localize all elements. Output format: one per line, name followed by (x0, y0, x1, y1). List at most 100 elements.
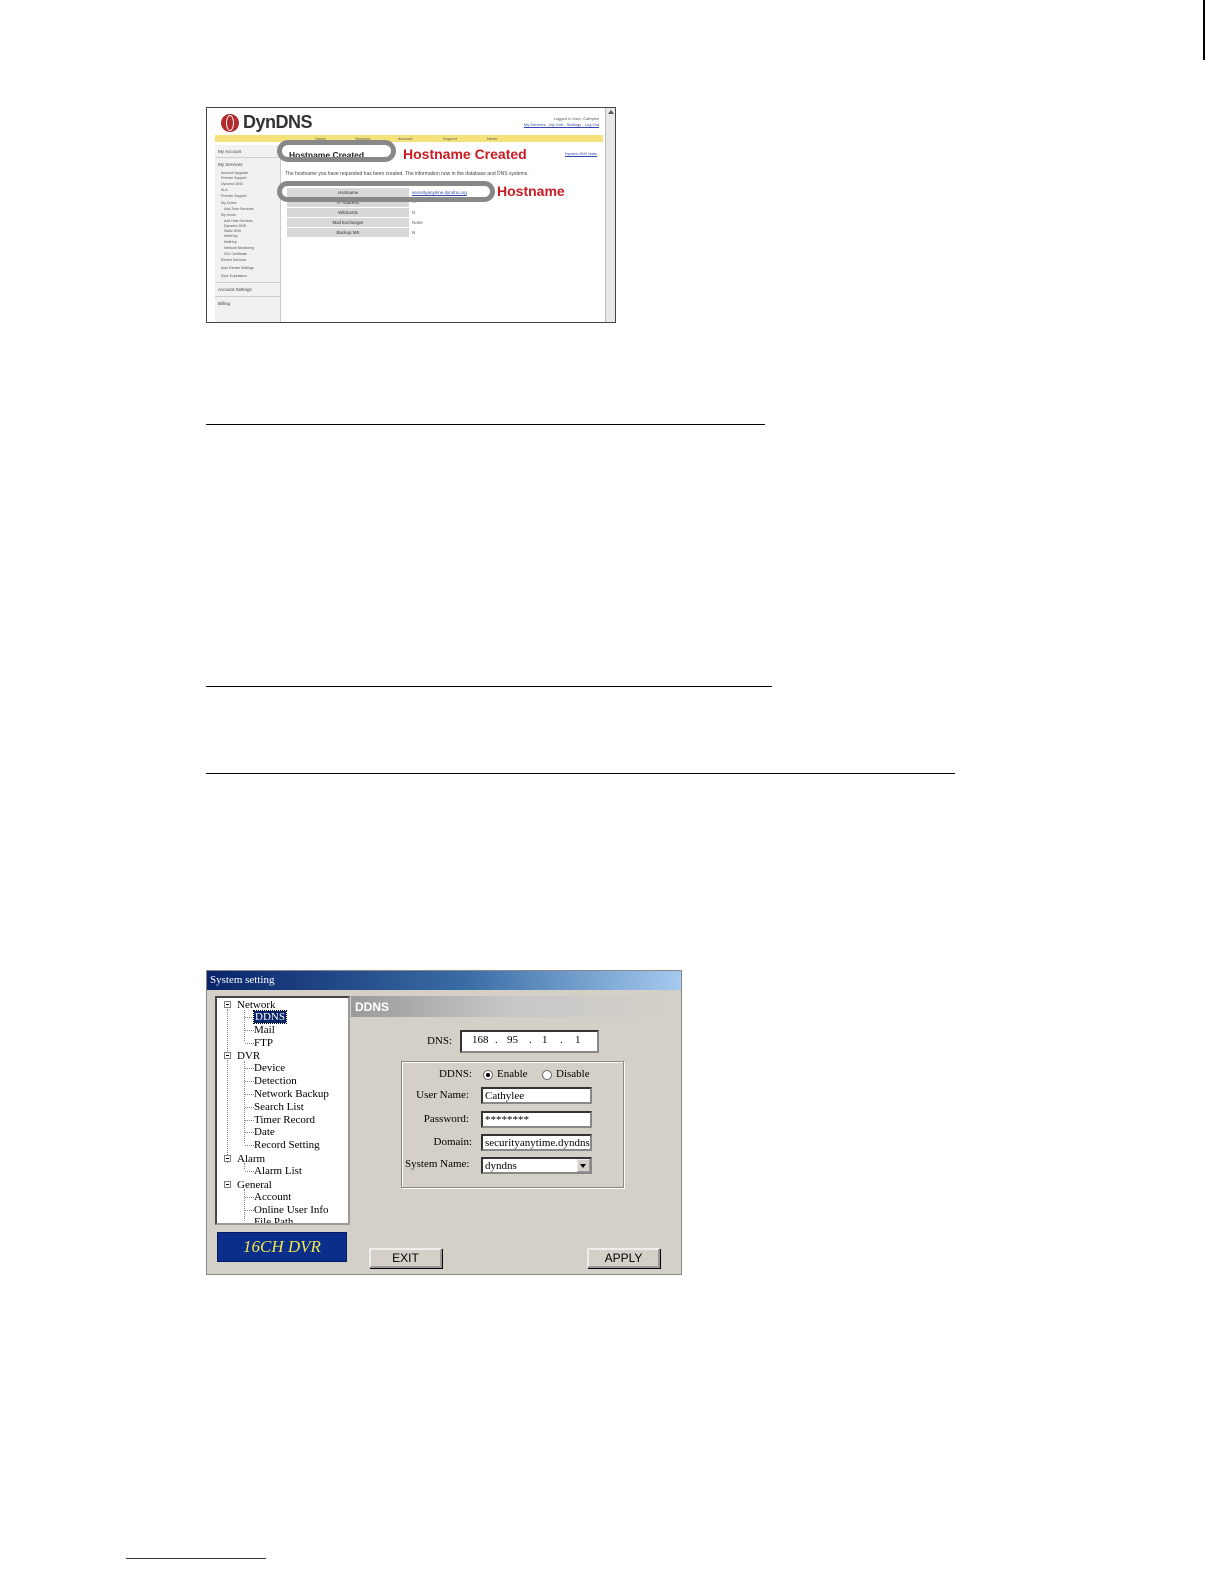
system-setting-window: System setting Network DDNS Mail FTP DVR… (206, 970, 682, 1275)
domain-value: securityanytime.dyndns.org (485, 1137, 590, 1149)
row-value: N (412, 210, 416, 215)
sidebar-billing[interactable]: Billing (218, 301, 230, 306)
disable-radio[interactable] (542, 1070, 552, 1080)
panel-header: DDNS (351, 996, 677, 1017)
settings-tree[interactable]: Network DDNS Mail FTP DVR Device Detecti… (215, 996, 350, 1225)
sidebar-item[interactable]: My Zones (221, 201, 236, 205)
collapse-icon[interactable] (224, 1181, 231, 1188)
vertical-scrollbar[interactable] (605, 108, 615, 322)
sidebar-item[interactable]: Add Host Services (224, 219, 253, 223)
sidebar-my-account[interactable]: My Account (218, 149, 241, 154)
row-label: Backup MX (287, 227, 409, 238)
dyndns-sidebar: My Account My Services Account Upgrade P… (215, 145, 281, 322)
tree-item-mail[interactable]: Mail (254, 1024, 275, 1036)
sidebar-item[interactable]: Dynamic DNS (221, 182, 243, 186)
tree-item-detection[interactable]: Detection (254, 1075, 297, 1087)
user-links[interactable]: My Services - My Cart - Settings - Log O… (524, 122, 599, 128)
sidebar-item[interactable]: Sync Expirations (221, 274, 247, 278)
username-value: Cathylee (485, 1090, 525, 1102)
tree-node-network[interactable]: Network (237, 999, 276, 1011)
dns-label: DNS: (426, 1035, 452, 1047)
system-name-select[interactable]: dyndns (481, 1157, 592, 1174)
panel-title: DDNS (355, 1000, 390, 1014)
tree-node-dvr[interactable]: DVR (237, 1050, 260, 1062)
heading-highlight-oval (277, 140, 396, 162)
tree-item-ddns[interactable]: DDNS (253, 1010, 287, 1024)
sidebar-item[interactable]: Premier Support (221, 176, 246, 180)
domain-label: Domain: (433, 1136, 473, 1148)
dns-octet[interactable]: 168 (472, 1034, 489, 1046)
tree-item-record-setting[interactable]: Record Setting (254, 1139, 320, 1151)
sidebar-item[interactable]: Dynamic DNS (224, 224, 246, 228)
divider (206, 773, 955, 774)
sidebar-item[interactable]: Premier Support (221, 194, 246, 198)
nav-account[interactable]: Account (398, 136, 412, 141)
created-description: The hostname you have requested has been… (285, 171, 529, 177)
hosts-link[interactable]: Dynamic DNS Hosts (565, 152, 597, 156)
dns-octet[interactable]: 1 (575, 1034, 581, 1046)
user-info: Logged In User: Cathylee My Services - M… (524, 116, 599, 128)
collapse-icon[interactable] (224, 1052, 231, 1059)
row-value: N (412, 230, 416, 235)
dns-octet[interactable]: 1 (542, 1034, 548, 1046)
hostname-annotation: Hostname (497, 183, 565, 199)
tree-node-alarm[interactable]: Alarm (237, 1153, 265, 1165)
dyndns-globe-icon (221, 114, 239, 132)
sidebar-item[interactable]: SLA (221, 188, 228, 192)
tree-item-date[interactable]: Date (254, 1126, 275, 1138)
sidebar-item[interactable]: Network Monitoring (224, 246, 254, 250)
divider (206, 424, 765, 425)
sidebar-item[interactable]: Static DNS (224, 229, 241, 233)
table-row: Backup MX N (287, 227, 502, 238)
sidebar-account-settings[interactable]: Account Settings (218, 287, 252, 292)
tree-item-ftp[interactable]: FTP (254, 1037, 273, 1049)
sidebar-item[interactable]: Account Upgrade (221, 171, 248, 175)
nav-news[interactable]: News (487, 136, 497, 141)
exit-button[interactable]: EXIT (369, 1248, 442, 1268)
apply-button[interactable]: APPLY (587, 1248, 660, 1268)
scroll-up-icon[interactable] (608, 110, 614, 114)
footnote-rule (126, 1558, 266, 1559)
ddns-label: DDNS: (438, 1068, 472, 1080)
sidebar-item[interactable]: SSL Certificate (224, 252, 247, 256)
enable-radio[interactable] (483, 1070, 493, 1080)
tree-item-network-backup[interactable]: Network Backup (254, 1088, 329, 1100)
tree-item-file-path[interactable]: File Path (254, 1216, 293, 1223)
title-bar[interactable]: System setting (207, 971, 681, 990)
table-row: Mail Exchanger None (287, 217, 502, 228)
sidebar-my-services[interactable]: My Services (218, 162, 243, 167)
username-input[interactable]: Cathylee (481, 1087, 592, 1104)
domain-input[interactable]: securityanytime.dyndns.org (481, 1134, 592, 1151)
username-label: User Name: (416, 1089, 469, 1101)
heading-annotation: Hostname Created (403, 146, 527, 162)
window-title: System setting (210, 974, 275, 986)
tree-item-alarm-list[interactable]: Alarm List (254, 1165, 302, 1177)
tree-item-device[interactable]: Device (254, 1062, 285, 1074)
dyndns-logo: DynDNS (243, 112, 313, 132)
enable-label: Enable (497, 1068, 528, 1080)
collapse-icon[interactable] (224, 1155, 231, 1162)
nav-support[interactable]: Support (443, 136, 457, 141)
tree-node-general[interactable]: General (237, 1179, 272, 1191)
sidebar-item[interactable]: Auto Renew Settings (221, 266, 254, 270)
sidebar-item[interactable]: Add Zone Services (224, 207, 254, 211)
tree-item-search-list[interactable]: Search List (254, 1101, 304, 1113)
table-row: Wildcards N (287, 207, 502, 218)
system-name-value: dyndns (485, 1160, 517, 1172)
chevron-down-icon[interactable] (577, 1159, 590, 1172)
sidebar-item[interactable]: Renew Services (221, 258, 246, 262)
sidebar-item[interactable]: MailHop (224, 240, 237, 244)
disable-label: Disable (556, 1068, 590, 1080)
tree-item-account[interactable]: Account (254, 1191, 291, 1203)
collapse-icon[interactable] (224, 1001, 231, 1008)
row-label: Wildcards (287, 207, 409, 218)
tree-item-timer-record[interactable]: Timer Record (254, 1114, 315, 1126)
sidebar-item[interactable]: My Hosts (221, 213, 236, 217)
dns-ip-input[interactable]: 168 . 95 . 1 . 1 (460, 1030, 599, 1053)
page-edge-line (1203, 0, 1205, 60)
divider (206, 686, 772, 687)
sidebar-item[interactable]: WebHop (224, 234, 238, 238)
password-input[interactable]: ******** (481, 1111, 592, 1128)
tree-item-online-user-info[interactable]: Online User Info (254, 1204, 329, 1216)
dns-octet[interactable]: 95 (507, 1034, 518, 1046)
